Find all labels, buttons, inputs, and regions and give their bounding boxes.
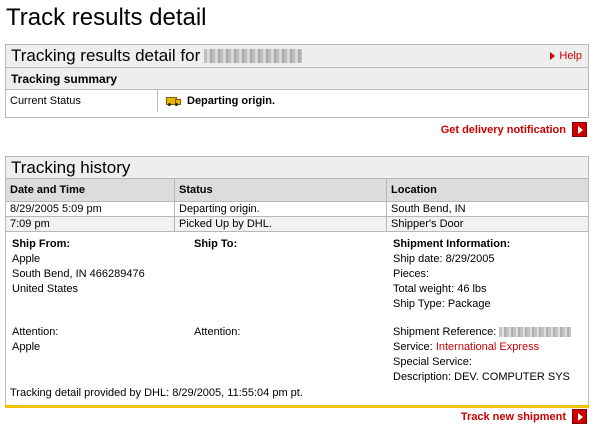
description: Description: DEV. COMPUTER SYS <box>393 371 570 383</box>
get-delivery-notification-label: Get delivery notification <box>440 123 566 136</box>
arrow-right-icon <box>550 52 556 60</box>
shipment-reference-label: Shipment Reference: <box>393 326 497 338</box>
arrow-right-icon <box>572 122 587 137</box>
attention-from-label: Attention: <box>12 326 59 338</box>
history-title: Tracking history <box>11 157 131 177</box>
attention-from-value: Apple <box>12 341 41 353</box>
get-delivery-notification-link[interactable]: Get delivery notification <box>441 122 587 137</box>
total-weight: Total weight: 46 lbs <box>393 283 487 295</box>
results-header: Tracking results detail for Help <box>6 45 588 68</box>
page-title: Track results detail <box>6 4 207 31</box>
service-link[interactable]: International Express <box>436 341 539 353</box>
redacted-tracking-number <box>204 49 303 63</box>
special-service: Special Service: <box>393 356 472 368</box>
provided-by-note: Tracking detail provided by DHL: 8/29/20… <box>10 387 303 399</box>
ship-from-line: Apple <box>12 253 41 265</box>
shipment-reference-section: Shipment Reference: Service: Internation… <box>393 325 585 385</box>
shipment-info-section: Shipment Information: Ship date: 8/29/20… <box>393 237 583 312</box>
service-label: Service: <box>393 341 433 353</box>
ship-date: Ship date: 8/29/2005 <box>393 253 495 265</box>
row-location: Shipper's Door <box>386 216 588 232</box>
ship-from-line: United States <box>12 283 79 295</box>
gold-divider <box>5 405 589 408</box>
ship-from-line: South Bend, IN 466289476 <box>12 268 145 280</box>
truck-icon <box>166 96 181 106</box>
row-status: Departing origin. <box>174 201 387 217</box>
ship-type: Ship Type: Package <box>393 298 491 310</box>
table-row: 8/29/2005 5:09 pm Departing origin. Sout… <box>6 201 588 217</box>
pieces: Pieces: <box>393 268 430 280</box>
redacted-reference <box>499 327 572 338</box>
ship-to-heading: Ship To: <box>194 238 238 250</box>
track-new-shipment-label: Track new shipment <box>460 410 566 423</box>
current-status-label: Current Status <box>6 90 158 112</box>
table-row: 7:09 pm Picked Up by DHL. Shipper's Door <box>6 216 588 232</box>
help-label: Help <box>559 50 582 62</box>
attention-from-section: Attention: Apple <box>12 325 182 355</box>
row-status: Picked Up by DHL. <box>174 216 387 232</box>
history-header: Tracking history <box>6 157 588 179</box>
current-status-value: Departing origin. <box>187 95 275 107</box>
attention-to-label: Attention: <box>194 326 241 338</box>
track-new-shipment-link[interactable]: Track new shipment <box>461 409 587 424</box>
row-datetime: 8/29/2005 5:09 pm <box>6 201 175 217</box>
column-header-location: Location <box>386 179 588 202</box>
results-title: Tracking results detail for <box>11 46 201 65</box>
column-header-date-time: Date and Time <box>6 179 175 202</box>
ship-from-heading: Ship From: <box>12 238 71 250</box>
row-datetime: 7:09 pm <box>6 216 175 232</box>
column-header-status: Status <box>174 179 387 202</box>
help-link[interactable]: Help <box>550 50 582 62</box>
ship-to-section: Ship To: <box>194 237 364 252</box>
attention-to-section: Attention: <box>194 325 364 340</box>
arrow-right-icon <box>572 409 587 424</box>
history-table: Date and Time Status Location 8/29/2005 … <box>6 179 588 232</box>
current-status-value-cell: Departing origin. <box>158 90 588 112</box>
current-status-row: Current Status Departing origin. <box>6 90 588 112</box>
tracking-results-panel: Tracking results detail for Help Trackin… <box>5 44 589 118</box>
shipment-info-heading: Shipment Information: <box>393 238 511 250</box>
shipment-details: Ship From: Apple South Bend, IN 46628947… <box>6 232 588 399</box>
ship-from-section: Ship From: Apple South Bend, IN 46628947… <box>12 237 182 297</box>
row-location: South Bend, IN <box>386 201 588 217</box>
tracking-summary-heading: Tracking summary <box>6 68 588 90</box>
tracking-history-panel: Tracking history Date and Time Status Lo… <box>5 156 589 406</box>
